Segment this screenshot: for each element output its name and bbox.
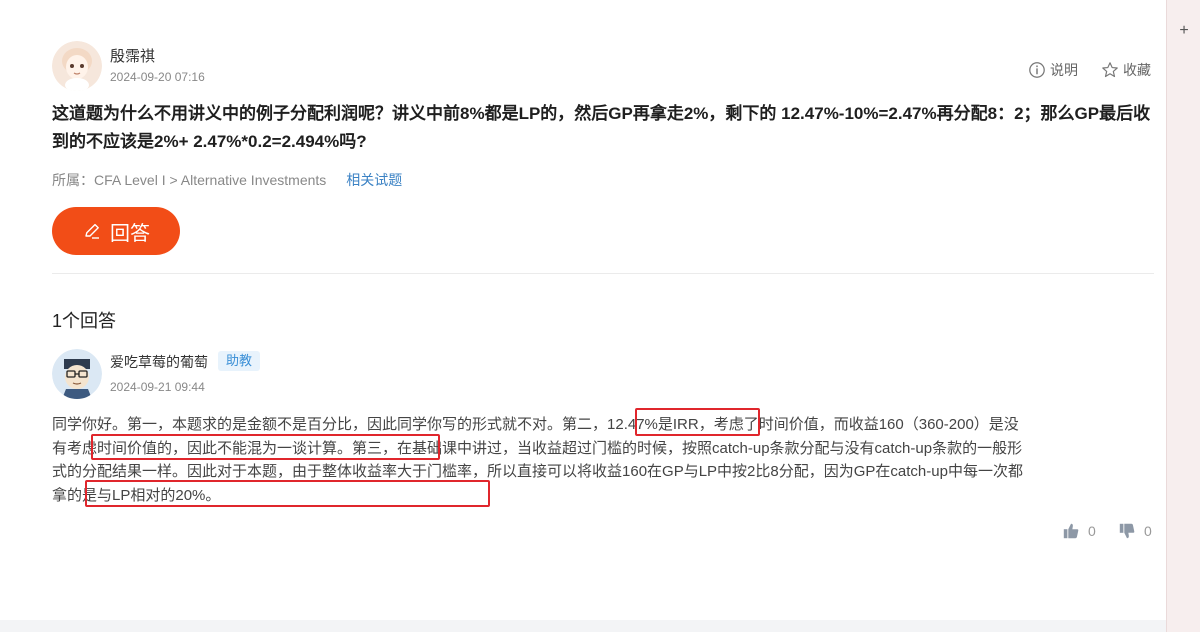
answer-author-avatar[interactable] <box>52 349 102 399</box>
answer-body: 同学你好。第一，本题求的是金额不是百分比，因此同学你写的形式就不对。第二，12.… <box>52 416 1023 504</box>
info-icon <box>1029 62 1045 78</box>
question-author-name[interactable]: 殷霈祺 <box>110 45 155 66</box>
like-count: 0 <box>1088 523 1096 539</box>
dislike-button[interactable]: 0 <box>1118 522 1152 540</box>
explain-label: 说明 <box>1050 62 1078 78</box>
pen-icon <box>85 223 99 239</box>
dislike-count: 0 <box>1144 523 1152 539</box>
thumbs-up-icon <box>1063 523 1079 539</box>
question-card: 殷霈祺 2024-09-20 07:16 说明 收藏 这道题为什么不用讲义中的例… <box>0 0 1166 620</box>
explain-button[interactable]: 说明 <box>1028 60 1078 80</box>
thumbs-down-icon <box>1119 523 1135 539</box>
answer-author-name[interactable]: 爱吃草莓的葡萄 <box>110 352 208 372</box>
answer-button-label: 回答 <box>110 222 150 245</box>
related-questions-link[interactable]: 相关试题 <box>346 170 402 190</box>
star-icon <box>1102 62 1118 78</box>
like-button[interactable]: 0 <box>1062 522 1096 540</box>
divider <box>52 273 1154 274</box>
question-author-avatar[interactable] <box>52 41 102 91</box>
question-category: 所属：CFA Level I > Alternative Investments <box>52 172 327 188</box>
side-panel <box>1166 0 1200 632</box>
question-title: 这道题为什么不用讲义中的例子分配利润呢？讲义中前8%都是LP的，然后GP再拿走2… <box>52 104 1151 151</box>
assistant-badge: 助教 <box>218 351 261 371</box>
plus-icon[interactable]: + <box>1177 22 1191 40</box>
answer-time: 2024-09-21 09:44 <box>110 380 205 394</box>
answer-count: 1个回答 <box>52 311 117 331</box>
answer-button[interactable]: 回答 <box>52 207 180 255</box>
question-meta: 所属：CFA Level I > Alternative Investments… <box>52 170 402 190</box>
question-time: 2024-09-20 07:16 <box>110 70 205 84</box>
favorite-label: 收藏 <box>1123 62 1151 78</box>
favorite-button[interactable]: 收藏 <box>1101 60 1151 80</box>
